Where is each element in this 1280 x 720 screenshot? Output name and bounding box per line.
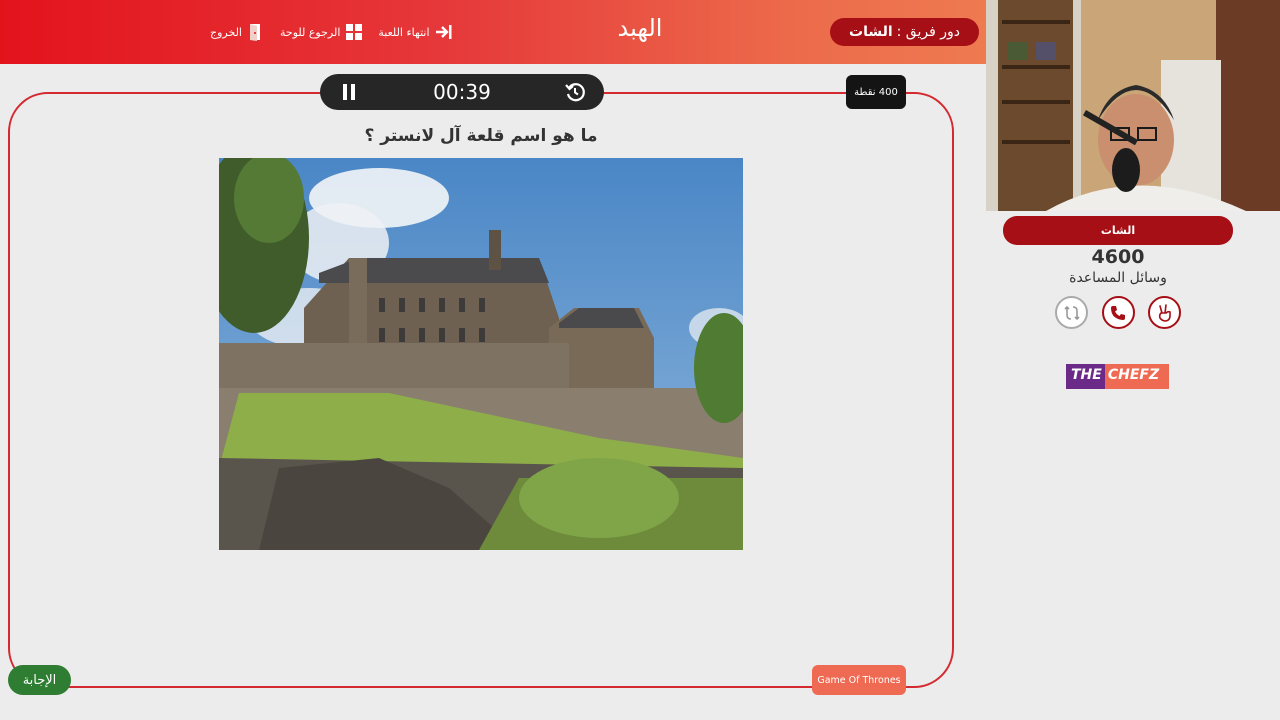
question-text: ما هو اسم قلعة آل لانستر ؟ xyxy=(364,126,598,146)
end-game-label: انتهاء اللعبة xyxy=(378,25,430,39)
current-turn-badge: دور فريق : الشات xyxy=(830,18,979,46)
team-score: 4600 xyxy=(1091,246,1145,268)
game-title: الهبد xyxy=(617,14,663,42)
top-bar: دور فريق : الشات الهبد انتهاء اللعبة الر… xyxy=(0,0,986,64)
category-badge: Game Of Thrones xyxy=(812,665,906,695)
timer-value: 00:39 xyxy=(433,80,491,104)
aid-swap-question[interactable] xyxy=(1055,296,1088,329)
castle-photo xyxy=(219,158,743,550)
end-game-link[interactable]: انتهاء اللعبة xyxy=(378,22,453,42)
reset-timer-icon[interactable] xyxy=(564,81,586,103)
exit-link[interactable]: الخروج xyxy=(210,22,266,42)
team-name-badge: الشات xyxy=(1003,216,1233,245)
question-image xyxy=(219,158,743,550)
answer-button[interactable]: الإجابة xyxy=(8,665,71,695)
two-fingers-hand-icon xyxy=(1158,303,1171,322)
phone-icon xyxy=(1111,305,1125,320)
webcam-feed xyxy=(986,0,1280,211)
pause-icon[interactable] xyxy=(338,81,360,103)
door-exit-icon xyxy=(250,24,260,41)
points-badge: 400 نقطة xyxy=(846,75,906,109)
turn-team-name: الشات xyxy=(849,24,893,40)
exit-label: الخروج xyxy=(210,25,242,39)
timer-bar: 00:39 xyxy=(320,74,604,110)
turn-label: دور فريق : xyxy=(896,24,961,40)
back-to-board-label: الرجوع للوحة xyxy=(280,25,341,39)
aids-title: وسائل المساعدة xyxy=(1069,270,1167,286)
aid-double-answer[interactable] xyxy=(1148,296,1181,329)
logo-part-2: CHEFZ xyxy=(1104,364,1169,389)
back-to-board-link[interactable]: الرجوع للوحة xyxy=(280,22,364,42)
swap-icon xyxy=(1063,305,1080,320)
top-navigation: انتهاء اللعبة الرجوع للوحة الخروج xyxy=(210,22,454,42)
streamer-video xyxy=(986,0,1280,211)
aid-call-friend[interactable] xyxy=(1101,296,1135,329)
help-aids xyxy=(1055,296,1181,329)
logo-part-1: THE xyxy=(1066,364,1105,389)
grid-icon xyxy=(346,24,363,40)
sign-in-arrow-icon xyxy=(435,25,452,39)
sponsor-logo: THE CHEFZ xyxy=(1066,364,1169,389)
